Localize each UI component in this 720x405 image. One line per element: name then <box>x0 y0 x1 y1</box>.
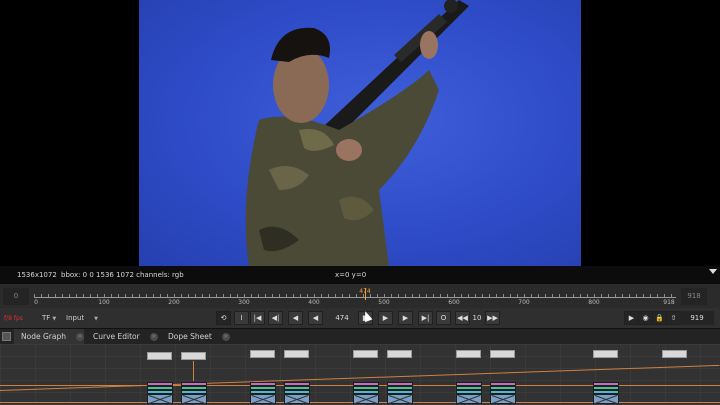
next-frame-button[interactable]: ▶ <box>398 311 413 325</box>
close-icon[interactable]: × <box>221 333 230 341</box>
frame-increment-field[interactable]: 10 <box>470 311 484 325</box>
in-point-button[interactable]: I <box>234 311 249 325</box>
flipbook-button[interactable]: ▶ <box>624 311 639 325</box>
node-stack[interactable] <box>387 382 413 404</box>
record-icon: ◉ <box>642 314 649 322</box>
chevron-down-icon: ▼ <box>52 316 57 322</box>
read-node[interactable] <box>147 352 172 360</box>
loop-mode-button[interactable]: ⟲ <box>216 311 231 325</box>
input-dropdown-label: Input <box>66 314 85 322</box>
node-stack[interactable] <box>490 382 516 404</box>
export-button[interactable]: ⇧ <box>666 311 681 325</box>
connection-line <box>193 361 194 381</box>
node-stack[interactable] <box>456 382 482 404</box>
in-point-icon: I <box>240 314 243 322</box>
node-stack[interactable] <box>284 382 310 404</box>
read-node[interactable] <box>353 350 378 358</box>
tick-label: 600 <box>448 299 460 306</box>
render-button[interactable]: ◉ <box>638 311 653 325</box>
tick-label: 400 <box>308 299 320 306</box>
out-point-button[interactable]: O <box>436 311 451 325</box>
play-icon: ▶ <box>628 314 635 322</box>
panel-menu-icon[interactable] <box>2 332 11 341</box>
timeline[interactable]: 0 0 100 200 300 400 500 600 700 800 918 … <box>0 284 720 308</box>
current-frame-field[interactable]: 474 <box>330 311 354 325</box>
input-dropdown[interactable]: Input ▼ <box>66 314 98 322</box>
out-point-icon: O <box>440 314 447 322</box>
prev-frame-button[interactable]: ◀ <box>288 311 303 325</box>
last-frame-button[interactable]: ▶| <box>418 311 433 325</box>
timeline-ruler[interactable]: 0 100 200 300 400 500 600 700 800 918 47… <box>34 288 676 306</box>
play-forward-button[interactable]: ▶ <box>378 311 393 325</box>
transport-bar: f/8 fps TF ▼ Input ▼ ⟲ I |◀ ◀| ◀ ◀ 474 ■ ▶… <box>0 308 720 328</box>
first-frame-button[interactable]: |◀ <box>250 311 265 325</box>
timeline-start-field[interactable]: 0 <box>3 288 29 305</box>
read-node[interactable] <box>456 350 481 358</box>
tick-label: 100 <box>98 299 110 306</box>
tab-curve-editor[interactable]: Curve Editor × <box>86 329 158 345</box>
loop-icon: ⟲ <box>220 314 227 322</box>
bbox-label: bbox: 0 0 1536 1072 channels: rgb <box>61 271 184 279</box>
tab-node-graph[interactable]: Node Graph × <box>14 329 84 345</box>
close-icon[interactable]: × <box>75 333 84 341</box>
tick-label: 500 <box>378 299 390 306</box>
skip-back-button[interactable]: ◀◀ <box>455 311 470 325</box>
coords-label: x=0 y=0 <box>335 271 367 279</box>
read-node[interactable] <box>387 350 412 358</box>
node-stack[interactable] <box>593 382 619 404</box>
tab-dope-sheet[interactable]: Dope Sheet × <box>161 329 233 345</box>
lock-icon: 🔒 <box>655 314 664 322</box>
timeline-end-field[interactable]: 918 <box>681 288 707 305</box>
tick-label: 700 <box>518 299 530 306</box>
viewer[interactable] <box>0 0 720 266</box>
fps-label: f/8 fps <box>4 315 23 322</box>
read-node[interactable] <box>181 352 206 360</box>
chevron-down-icon: ▼ <box>94 316 98 322</box>
tick-label: 800 <box>588 299 600 306</box>
node-stack[interactable] <box>250 382 276 404</box>
node-stack[interactable] <box>147 382 173 404</box>
bluescreen-footage <box>245 0 469 266</box>
tab-label: Node Graph <box>21 332 66 341</box>
tick-label: 0 <box>34 299 38 306</box>
node-stack[interactable] <box>181 382 207 404</box>
prev-keyframe-button[interactable]: ◀| <box>268 311 283 325</box>
panel-tab-bar: Node Graph × Curve Editor × Dope Sheet × <box>0 328 720 345</box>
tab-label: Dope Sheet <box>168 332 212 341</box>
lock-button[interactable]: 🔒 <box>652 311 667 325</box>
tick-label: 918 <box>663 299 675 306</box>
close-icon[interactable]: × <box>149 333 158 341</box>
tab-label: Curve Editor <box>93 332 140 341</box>
read-node[interactable] <box>250 350 275 358</box>
node-graph-canvas[interactable] <box>0 344 720 405</box>
ruler-line <box>34 297 676 298</box>
play-backward-button[interactable]: ◀ <box>308 311 323 325</box>
read-node[interactable] <box>490 350 515 358</box>
collapse-arrow-icon[interactable] <box>709 269 717 274</box>
tf-dropdown-label: TF <box>42 314 51 322</box>
tick-label: 200 <box>168 299 180 306</box>
viewer-image <box>139 0 581 266</box>
node-stack[interactable] <box>353 382 379 404</box>
viewer-info-bar: 1536x1072 bbox: 0 0 1536 1072 channels: … <box>0 266 720 284</box>
format-label: 1536x1072 <box>17 271 57 279</box>
read-node[interactable] <box>284 350 309 358</box>
read-node[interactable] <box>593 350 618 358</box>
export-icon: ⇧ <box>670 314 677 322</box>
read-node[interactable] <box>662 350 687 358</box>
end-frame-field[interactable]: 919 <box>680 311 714 325</box>
playhead-frame-label: 474 <box>359 288 371 295</box>
tick-label: 300 <box>238 299 250 306</box>
tf-dropdown[interactable]: TF ▼ <box>42 314 56 322</box>
skip-forward-button[interactable]: ▶▶ <box>485 311 500 325</box>
